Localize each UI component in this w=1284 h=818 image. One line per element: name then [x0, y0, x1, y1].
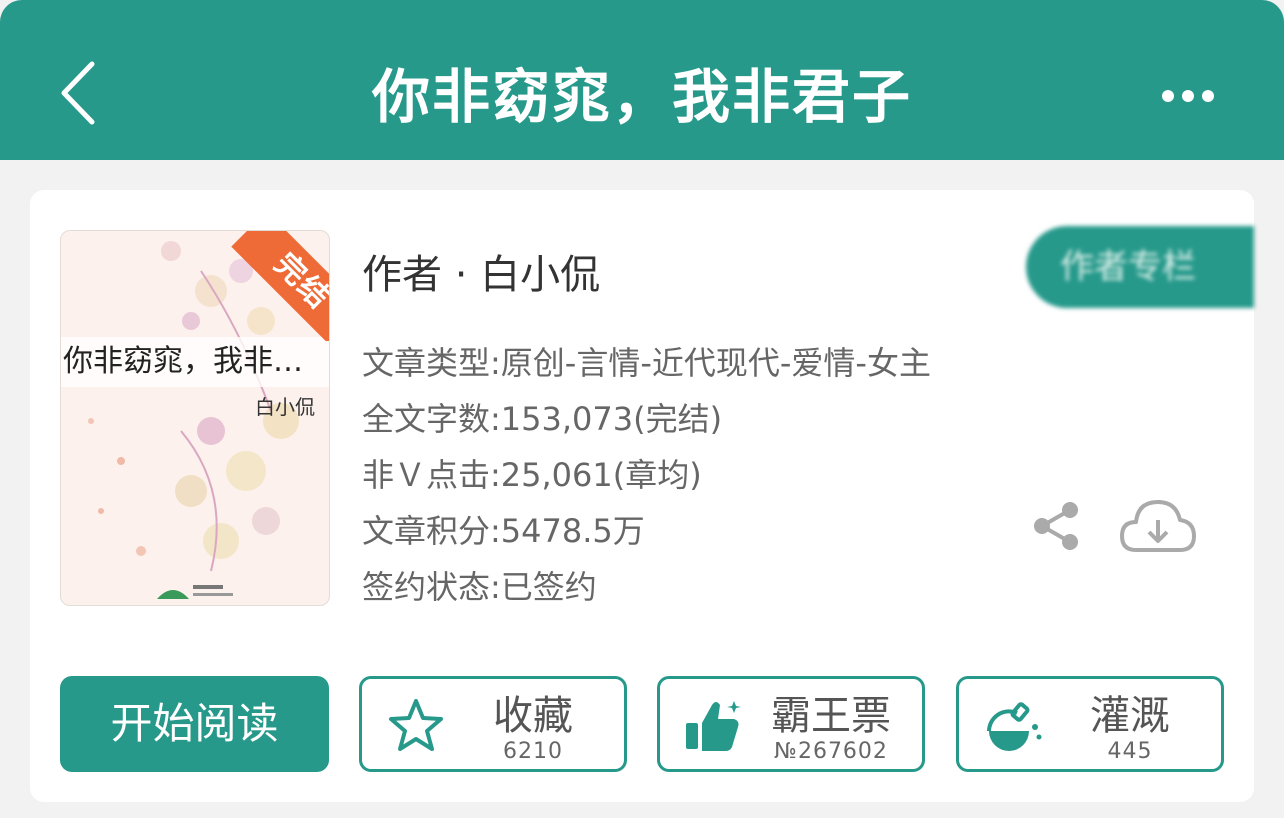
- meta-sign-status: 签约状态:已签约: [362, 568, 597, 606]
- start-reading-button[interactable]: 开始阅读: [60, 676, 329, 772]
- thumbs-up-icon: [686, 701, 741, 751]
- ticket-button[interactable]: 霸王票 №267602: [657, 676, 925, 772]
- ticket-label: 霸王票: [771, 693, 891, 739]
- more-button[interactable]: [1148, 76, 1228, 116]
- more-dots-icon: [1162, 90, 1214, 102]
- cover-title: 你非窈窕，我非…: [61, 337, 329, 387]
- meta-score: 文章积分:5478.5万: [362, 512, 645, 550]
- cover-author: 白小侃: [255, 395, 315, 419]
- cloud-download-icon[interactable]: [1118, 494, 1198, 558]
- favorite-count: 6210: [503, 739, 563, 764]
- meta-category: 文章类型:原创-言情-近代现代-爱情-女主: [362, 344, 931, 382]
- author-column-button[interactable]: 作者专栏: [1026, 226, 1254, 308]
- star-icon: [389, 699, 443, 751]
- irrigate-label: 灌溉: [1090, 693, 1170, 739]
- favorite-label: 收藏: [493, 693, 573, 739]
- irrigate-button[interactable]: 灌溉 445: [956, 676, 1224, 772]
- ticket-count: №267602: [774, 739, 888, 764]
- irrigate-count: 445: [1107, 739, 1153, 764]
- ribbon-label: 完结: [231, 231, 329, 341]
- meta-clicks: 非Ｖ点击:25,061(章均): [362, 456, 702, 494]
- flask-icon: [987, 702, 1042, 751]
- publisher-logo: [157, 585, 233, 599]
- book-cover[interactable]: 你非窈窕，我非… 白小侃 完结: [60, 230, 330, 606]
- page-title: 你非窈窕，我非君子: [371, 63, 912, 131]
- favorite-button[interactable]: 收藏 6210: [359, 676, 627, 772]
- share-icon[interactable]: [1030, 500, 1082, 552]
- meta-word-count: 全文字数:153,073(完结): [362, 400, 723, 438]
- completed-ribbon: 完结: [219, 231, 329, 341]
- top-bar: 你非窈窕，我非君子: [0, 0, 1284, 160]
- author-line[interactable]: 作者 · 白小侃: [362, 242, 600, 300]
